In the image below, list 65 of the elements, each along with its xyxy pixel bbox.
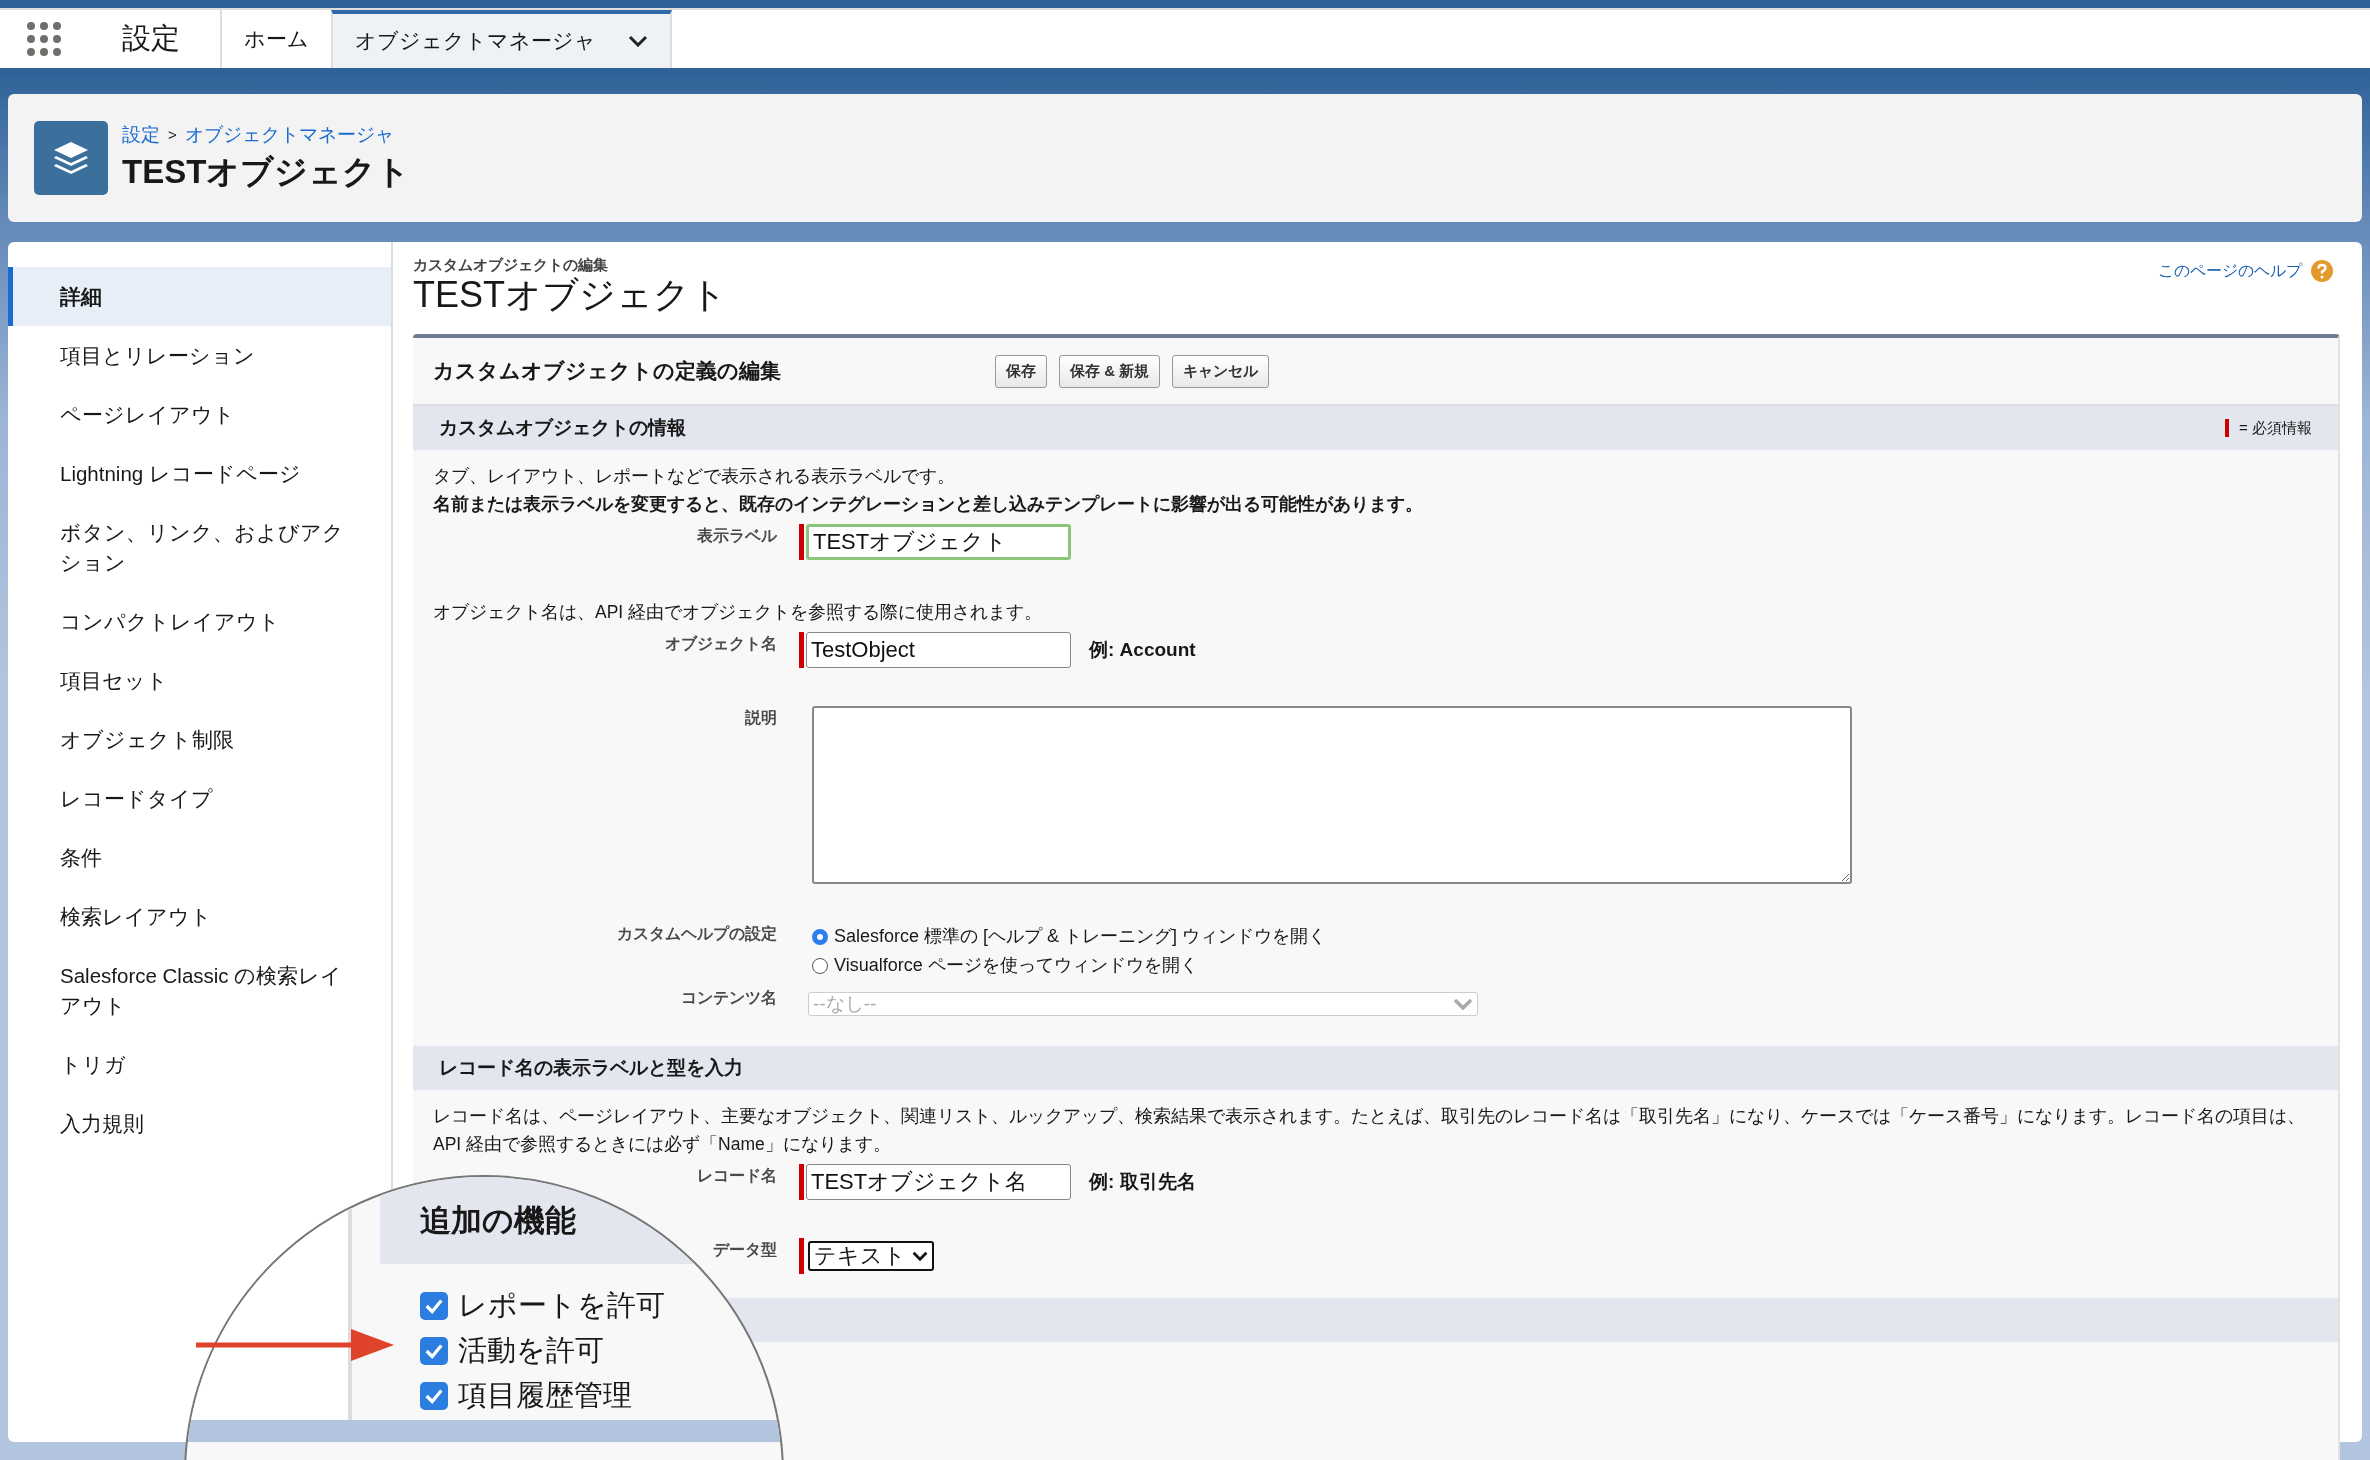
info-text: 名前または表示ラベルを変更すると、既存のインテグレーションと差し込みテンプレートに影響が出る可能性があります。 [433,493,1424,516]
example-text: 例: 取引先名 [1089,1170,1196,1194]
field-label: データ型 [713,1241,777,1258]
section-title: 追加の機能 [420,1201,576,1240]
field-label: オブジェクト名 [665,635,777,652]
breadcrumb-separator: > [168,126,177,143]
required-legend: = 必須情報 [2239,418,2312,438]
object-title: TESTオブジェクト [122,151,411,192]
help-icon[interactable] [2310,259,2334,283]
page-title: TESTオブジェクト [413,275,727,315]
breadcrumb-link[interactable]: オブジェクトマネージャ [184,121,394,148]
required-bar [2225,419,2230,437]
sidebar-item[interactable]: レコードタイプ [8,769,391,828]
action-button[interactable]: キャンセル [1172,354,1270,388]
field-label: カスタムヘルプの設定 [617,925,777,942]
sidebar-item[interactable]: Salesforce Classic の検索レイアウト [8,946,391,1035]
field-label: レコード名 [697,1167,777,1184]
layers-icon [34,121,108,195]
radio-label[interactable]: Visualforce ページを使ってウィンドウを開く [834,951,1198,980]
sidebar-item[interactable]: トリガ [8,1035,391,1094]
checkbox[interactable] [420,1336,448,1365]
field-label: コンテンツ名 [681,989,777,1006]
sidebar-item[interactable]: 項目とリレーション [8,326,391,385]
sidebar-item[interactable]: ボタン、リンク、およびアクション [8,503,391,592]
sidebar-item[interactable]: ページレイアウト [8,385,391,444]
checkbox-label[interactable]: 活動を許可 [458,1330,604,1371]
chevron-down-icon[interactable] [912,1250,928,1262]
sidebar-item[interactable]: 詳細 [8,267,391,326]
text-field[interactable]: TestObject [806,632,1071,668]
panel-title: カスタムオブジェクトの定義の編集 [433,358,782,384]
checkbox-label[interactable]: レポートを許可 [458,1285,665,1326]
radio-label[interactable]: Salesforce 標準の [ヘルプ & トレーニング] ウィンドウを開く [834,922,1327,951]
text-field[interactable]: TESTオブジェクト [806,524,1071,560]
breadcrumb-link[interactable]: 設定 [122,121,160,148]
text-field[interactable]: TESTオブジェクト名 [806,1164,1071,1200]
sidebar-item[interactable]: 条件 [8,828,391,887]
sidebar-item[interactable]: 検索レイアウト [8,887,391,946]
section-title: カスタムオブジェクトの情報 [439,416,686,440]
section-title: レコード名の表示ラベルと型を入力 [439,1056,743,1080]
sidebar-item[interactable]: Lightning レコードページ [8,444,391,503]
checkbox-label[interactable]: 項目履歴管理 [458,1375,632,1416]
app-launcher-icon[interactable] [26,21,62,57]
chevron-down-icon[interactable] [628,35,648,47]
radio-button[interactable] [812,957,828,974]
select-field[interactable]: テキスト [808,1241,934,1271]
radio-button[interactable] [812,928,828,945]
action-button[interactable]: 保存 & 新規 [1059,354,1161,388]
nav-tab[interactable]: オブジェクトマネージャ [331,10,672,68]
checkbox[interactable] [420,1291,448,1320]
info-text: レコード名は、ページレイアウト、主要なオブジェクト、関連リスト、ルックアップ、検索結果で表示されます。たとえば、取引先のレコード名は「取引先名」になり、ケースでは「ケース番号」になります。レコード名の項目は、API 経由で参照するときには必ず「Name」になります。 [433,1105,2306,1156]
app-title: 設定 [122,21,180,56]
field-label: 表示ラベル [697,527,777,544]
example-text: 例: Account [1089,638,1196,662]
sidebar-item[interactable]: 入力規則 [8,1094,391,1153]
checkbox[interactable] [420,1381,448,1410]
sidebar-item[interactable]: コンパクトレイアウト [8,592,391,651]
description-textarea[interactable] [812,706,1852,884]
action-button[interactable]: 保存 [995,354,1047,388]
sidebar-item[interactable]: 項目セット [8,651,391,710]
info-text: オブジェクト名は、API 経由でオブジェクトを参照する際に使用されます。 [433,601,1044,624]
help-link[interactable]: このページのヘルプ [2158,260,2302,282]
info-text: タブ、レイアウト、レポートなどで表示される表示ラベルです。 [433,465,956,488]
field-label: 説明 [745,709,777,726]
page-caption: カスタムオブジェクトの編集 [413,256,609,275]
sidebar-item[interactable]: オブジェクト制限 [8,710,391,769]
